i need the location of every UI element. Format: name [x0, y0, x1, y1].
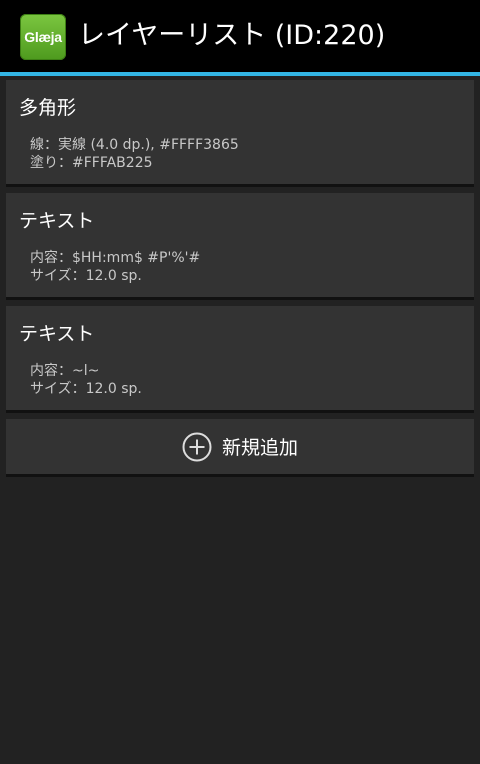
- layer-item-detail: サイズ：12.0 sp.: [30, 268, 142, 284]
- add-layer-button[interactable]: 新規追加: [6, 419, 474, 474]
- layer-item-polygon[interactable]: 多角形 線：実線 (4.0 dp.), #FFFF3865 塗り：#FFFAB2…: [6, 80, 474, 184]
- plus-circle-icon: [182, 432, 212, 461]
- layer-item-detail: 内容：~l~: [30, 363, 100, 379]
- layer-item-detail: サイズ：12.0 sp.: [30, 381, 142, 397]
- layer-item-detail: 内容：$HH:mm$ #P'%'#: [30, 250, 201, 266]
- layer-item-text[interactable]: テキスト 内容：~l~ サイズ：12.0 sp.: [6, 306, 474, 410]
- page-title: レイヤーリスト (ID:220): [78, 20, 386, 51]
- layer-item-title: 多角形: [19, 97, 77, 119]
- action-bar-divider: [0, 72, 480, 76]
- app-logo-icon[interactable]: Glæja: [20, 14, 66, 60]
- layer-item-title: テキスト: [19, 323, 95, 345]
- action-bar: Glæja レイヤーリスト (ID:220): [0, 0, 480, 72]
- add-layer-label: 新規追加: [221, 437, 298, 459]
- layer-item-detail: 線：実線 (4.0 dp.), #FFFF3865: [30, 137, 239, 153]
- layer-item-title: テキスト: [19, 210, 95, 232]
- app-logo-text: Glæja: [24, 29, 62, 45]
- layer-item-detail: 塗り：#FFFAB225: [30, 155, 153, 171]
- layer-item-text[interactable]: テキスト 内容：$HH:mm$ #P'%'# サイズ：12.0 sp.: [6, 193, 474, 297]
- layer-list: 多角形 線：実線 (4.0 dp.), #FFFF3865 塗り：#FFFAB2…: [6, 80, 474, 474]
